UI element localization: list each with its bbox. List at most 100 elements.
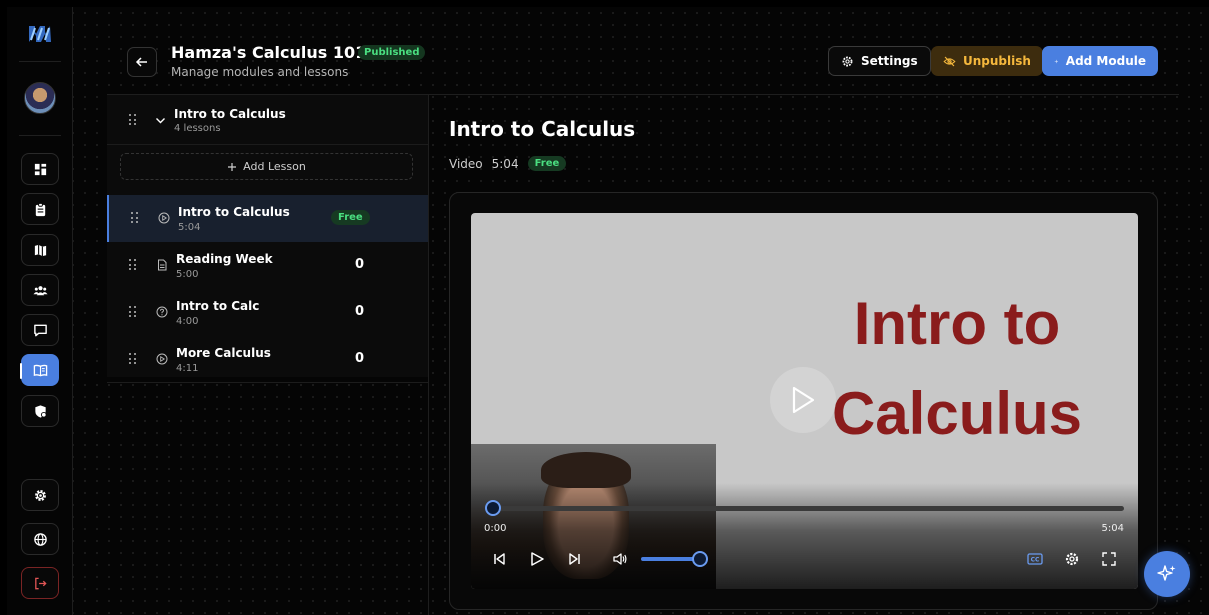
lesson-duration: 4:00	[176, 316, 199, 327]
lesson-duration: 5:04	[178, 222, 201, 233]
sidebar-item-security[interactable]	[21, 395, 59, 427]
module-title: Intro to Calculus	[174, 107, 286, 121]
lesson-count: 0	[355, 351, 365, 366]
shield-icon	[34, 404, 47, 418]
users-icon	[32, 285, 48, 295]
eye-off-icon	[943, 56, 956, 66]
gear-icon	[842, 56, 853, 66]
play-icon	[531, 552, 544, 566]
back-button[interactable]	[127, 47, 157, 77]
clipboard-icon	[35, 202, 45, 216]
mute-button[interactable]	[611, 550, 629, 568]
unpublish-button[interactable]: Unpublish	[931, 46, 1043, 76]
drag-handle-icon[interactable]	[131, 212, 139, 224]
lesson-item[interactable]: Intro to Calc 4:00 0	[107, 289, 429, 336]
seek-bar[interactable]	[492, 506, 1124, 511]
fullscreen-icon	[1102, 552, 1116, 566]
status-badge: Published	[358, 45, 426, 60]
lesson-title: Intro to Calc	[176, 299, 260, 313]
drag-handle-icon[interactable]	[129, 306, 137, 318]
previous-button[interactable]	[490, 550, 508, 568]
lesson-title: Reading Week	[176, 252, 273, 266]
player-settings-button[interactable]	[1063, 550, 1081, 568]
chat-icon	[33, 324, 47, 336]
sidebar-item-settings[interactable]	[21, 479, 59, 511]
lesson-item[interactable]: More Calculus 4:11 0	[107, 336, 429, 383]
sidebar-item-language[interactable]	[21, 523, 59, 555]
free-badge: Free	[527, 156, 567, 171]
lesson-duration: 5:04	[491, 156, 519, 171]
play-icon	[792, 386, 815, 414]
captions-button[interactable]: CC	[1026, 550, 1044, 568]
settings-label: Settings	[861, 54, 918, 68]
map-icon	[34, 244, 46, 256]
page-title: Hamza's Calculus 101	[171, 43, 367, 62]
sidebar-item-assignments[interactable]	[21, 193, 59, 225]
fullscreen-button[interactable]	[1100, 550, 1118, 568]
lesson-count: 0	[355, 304, 365, 319]
seek-handle[interactable]	[485, 500, 501, 516]
drag-handle-icon[interactable]	[129, 259, 137, 271]
avatar[interactable]	[24, 82, 56, 114]
gear-icon	[1065, 552, 1079, 566]
unpublish-label: Unpublish	[963, 54, 1031, 68]
divider	[19, 61, 61, 62]
skip-back-icon	[494, 553, 505, 565]
controls-gradient	[471, 483, 1138, 589]
captions-icon: CC	[1027, 553, 1043, 565]
play-circle-icon	[158, 212, 170, 224]
logo-icon[interactable]	[27, 22, 53, 46]
chevron-down-icon[interactable]	[155, 115, 166, 126]
video-card: Intro to Calculus 0:00 5:04 CC	[449, 192, 1158, 610]
sidebar-item-messages[interactable]	[21, 314, 59, 346]
add-module-label: Add Module	[1065, 54, 1146, 68]
skip-forward-icon	[569, 553, 580, 565]
add-lesson-button[interactable]: Add Lesson	[120, 153, 413, 180]
sidebar-item-dashboard[interactable]	[21, 153, 59, 185]
current-time: 0:00	[484, 523, 507, 534]
lesson-duration: 5:00	[176, 269, 199, 280]
play-button-large[interactable]	[770, 367, 836, 433]
svg-text:CC: CC	[1031, 557, 1040, 564]
logout-button[interactable]	[21, 567, 59, 599]
drag-handle-icon[interactable]	[129, 353, 137, 365]
lesson-item[interactable]: Reading Week 5:00 0	[107, 242, 429, 289]
video-slide-line: Intro to	[853, 290, 1061, 357]
add-lesson-label: Add Lesson	[243, 160, 306, 173]
lesson-item[interactable]: Intro to Calculus 5:04 Free	[107, 195, 429, 242]
sparkles-icon	[1157, 565, 1176, 581]
video-slide-text: Intro to Calculus	[807, 279, 1107, 459]
lesson-duration: 4:11	[176, 363, 199, 374]
play-button[interactable]	[528, 550, 546, 568]
settings-button[interactable]: Settings	[828, 46, 931, 76]
logout-icon	[34, 577, 47, 589]
document-icon	[158, 259, 167, 271]
ai-assistant-button[interactable]	[1144, 551, 1190, 597]
plus-icon	[1054, 59, 1059, 63]
app-window: Hamza's Calculus 101 Published Manage mo…	[7, 7, 1209, 615]
module-header[interactable]: Intro to Calculus 4 lessons	[107, 95, 429, 145]
sidebar-item-users[interactable]	[21, 274, 59, 306]
divider	[19, 135, 61, 136]
globe-icon	[33, 532, 47, 546]
volume-icon	[613, 553, 627, 565]
total-time: 5:04	[1101, 523, 1124, 534]
lesson-detail-meta: Video 5:04 Free	[449, 156, 567, 171]
lesson-title: Intro to Calculus	[178, 205, 290, 219]
sidebar-item-map[interactable]	[21, 234, 59, 266]
plus-icon	[228, 162, 237, 171]
page-subtitle: Manage modules and lessons	[171, 65, 349, 79]
divider	[428, 95, 429, 615]
volume-handle[interactable]	[692, 551, 708, 567]
add-module-button[interactable]: Add Module	[1042, 46, 1158, 76]
sidebar-item-courses[interactable]	[20, 354, 59, 386]
next-button[interactable]	[566, 550, 584, 568]
video-slide-line: Calculus	[831, 380, 1083, 447]
arrow-left-icon	[135, 57, 147, 67]
gear-icon	[34, 489, 46, 501]
video-player[interactable]: Intro to Calculus 0:00 5:04 CC	[471, 213, 1138, 589]
free-badge: Free	[331, 210, 370, 225]
drag-handle-icon[interactable]	[129, 114, 137, 126]
module-panel: Intro to Calculus 4 lessons Add Lesson I…	[107, 95, 429, 383]
module-lesson-count: 4 lessons	[174, 123, 221, 134]
